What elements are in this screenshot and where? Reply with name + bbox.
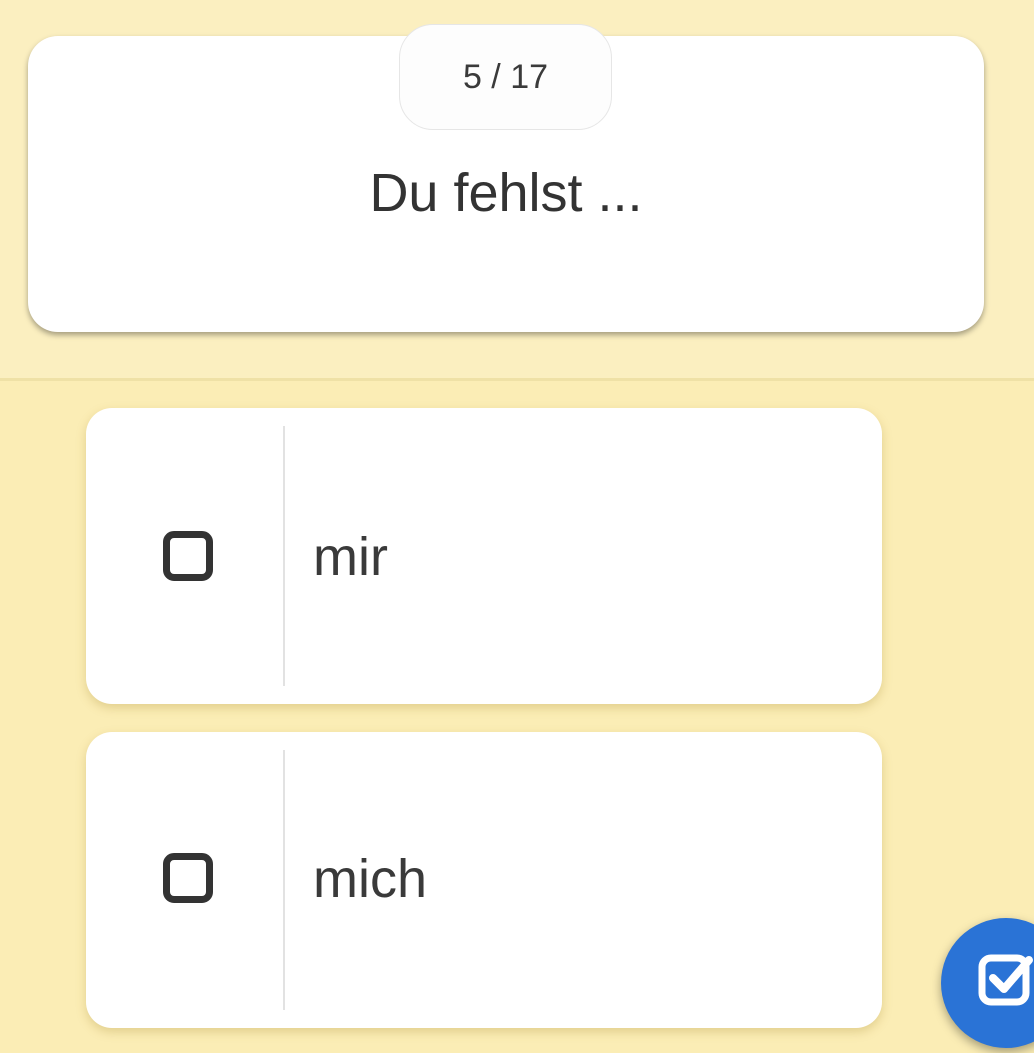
checkbox-unchecked-icon[interactable]: [163, 853, 213, 903]
answer-option-mir[interactable]: mir: [86, 408, 882, 704]
answer-option-mich[interactable]: mich: [86, 732, 882, 1028]
question-counter: 5 / 17: [399, 24, 612, 130]
checkbox-unchecked-icon[interactable]: [163, 531, 213, 581]
answer-option-label: mir: [313, 527, 388, 587]
question-text: Du fehlst ...: [369, 163, 643, 223]
option-separator: [283, 750, 285, 1010]
option-separator: [283, 426, 285, 686]
checkbox-checked-icon: [978, 954, 1033, 1006]
answer-option-label: mich: [313, 849, 428, 909]
